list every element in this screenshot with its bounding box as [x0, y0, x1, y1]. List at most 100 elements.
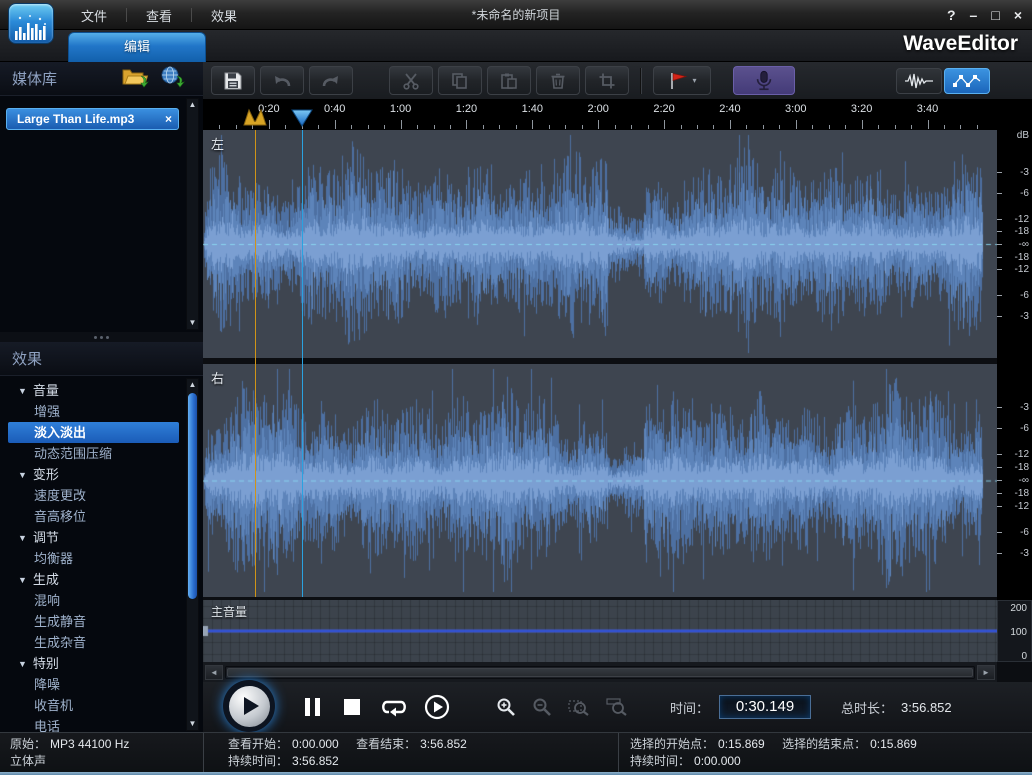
collapse-arrow-icon[interactable]: ▼	[18, 654, 27, 675]
paste-button[interactable]	[487, 66, 531, 95]
selection-marker[interactable]	[243, 108, 267, 128]
time-input[interactable]: 0:30.149	[719, 695, 811, 719]
effect-category-row[interactable]: ▼特别	[8, 653, 179, 674]
ruler-tick	[516, 125, 517, 129]
effect-item-row[interactable]: 收音机	[8, 695, 179, 716]
scroll-up-icon[interactable]: ▲	[187, 379, 198, 391]
pause-button[interactable]	[305, 698, 320, 716]
waveform-view-toggle[interactable]	[896, 68, 942, 94]
effect-item-row[interactable]: 淡入淡出	[8, 422, 179, 443]
effect-item-row[interactable]: 生成杂音	[8, 632, 179, 653]
media-library-header: 媒体库	[12, 68, 57, 89]
effect-item-row[interactable]: 动态范围压缩	[8, 443, 179, 464]
effect-item-row[interactable]: 均衡器	[8, 548, 179, 569]
scrollbar-track[interactable]	[225, 666, 975, 679]
undo-button[interactable]	[260, 66, 304, 95]
effect-category-row[interactable]: ▼变形	[8, 464, 179, 485]
waveform-left-channel[interactable]: 左	[203, 130, 997, 358]
db-tick-label: -6	[999, 290, 1029, 301]
import-url-icon[interactable]	[159, 65, 187, 93]
tab-bar: 编辑	[0, 30, 1032, 62]
media-list[interactable]: Large Than Life.mp3×	[0, 96, 203, 332]
effect-item-row[interactable]: 增强	[8, 401, 179, 422]
zoom-selection-button[interactable]	[568, 697, 590, 717]
timeline-ruler[interactable]: 0:200:401:001:201:402:002:202:403:003:20…	[203, 100, 1032, 130]
effects-tree[interactable]: ▼音量增强淡入淡出动态范围压缩▼变形速度更改音高移位▼调节均衡器▼生成混响生成静…	[0, 376, 203, 733]
menu-effects[interactable]: 效果	[192, 6, 256, 25]
save-button[interactable]	[211, 66, 255, 95]
scrollbar-thumb[interactable]	[188, 393, 197, 599]
effect-category-row[interactable]: ▼生成	[8, 569, 179, 590]
dropdown-arrow-icon[interactable]: ▾	[692, 76, 696, 85]
db-tick-label: -6	[999, 527, 1029, 538]
tab-edit[interactable]: 编辑	[68, 32, 206, 62]
db-tick-label: -3	[999, 167, 1029, 178]
effect-item-row[interactable]: 音高移位	[8, 506, 179, 527]
scroll-right-icon[interactable]: ►	[977, 665, 995, 680]
maximize-button[interactable]: □	[991, 0, 999, 30]
copy-button[interactable]	[438, 66, 482, 95]
scrollbar-thumb[interactable]	[227, 668, 973, 677]
scroll-down-icon[interactable]: ▼	[187, 718, 198, 730]
scroll-up-icon[interactable]: ▲	[187, 99, 198, 111]
stop-button[interactable]	[344, 699, 360, 715]
effect-item-row[interactable]: 速度更改	[8, 485, 179, 506]
ruler-tick	[417, 125, 418, 129]
master-volume-track[interactable]: 主音量	[203, 600, 997, 662]
effect-category-row[interactable]: ▼调节	[8, 527, 179, 548]
playhead-marker[interactable]	[291, 108, 313, 128]
play-selection-button[interactable]	[424, 694, 450, 720]
selection-start: 选择的开始点：0:15.869	[630, 737, 765, 751]
effect-item-row[interactable]: 混响	[8, 590, 179, 611]
ruler-time-label: 1:20	[456, 103, 477, 115]
wave-editor-window: 文件 查看 效果 *未命名的新项目 ? – □ × 编辑 Wa	[0, 0, 1032, 775]
zoom-fit-button[interactable]	[606, 697, 628, 717]
ruler-tick	[944, 125, 945, 129]
selection-duration: 持续时间：0:00.000	[630, 754, 741, 768]
waveform-right-channel[interactable]: 右	[203, 364, 997, 597]
redo-button[interactable]	[309, 66, 353, 95]
scroll-down-icon[interactable]: ▼	[187, 317, 198, 329]
collapse-arrow-icon[interactable]: ▼	[18, 570, 27, 591]
app-logo-icon	[8, 3, 54, 44]
titlebar: 文件 查看 效果 *未命名的新项目 ? – □ ×	[0, 0, 1032, 30]
zoom-in-button[interactable]	[496, 697, 516, 717]
cut-button[interactable]	[389, 66, 433, 95]
horizontal-scrollbar[interactable]: ◄ ►	[203, 662, 997, 682]
loop-button[interactable]	[380, 697, 408, 717]
ruler-tick	[269, 120, 270, 129]
collapse-arrow-icon[interactable]: ▼	[18, 465, 27, 486]
ruler-time-label: 2:00	[587, 103, 608, 115]
minimize-button[interactable]: –	[970, 0, 978, 30]
effect-category-row[interactable]: ▼音量	[8, 380, 179, 401]
sidebar-splitter[interactable]	[0, 332, 203, 342]
envelope-view-toggle[interactable]	[944, 68, 990, 94]
collapse-arrow-icon[interactable]: ▼	[18, 528, 27, 549]
collapse-arrow-icon[interactable]: ▼	[18, 381, 27, 402]
zoom-out-button[interactable]	[532, 697, 552, 717]
ruler-tick	[911, 125, 912, 129]
menu-file[interactable]: 文件	[62, 6, 126, 25]
play-button[interactable]	[223, 680, 275, 732]
main-toolbar: ▾	[203, 62, 1032, 100]
remove-media-icon[interactable]: ×	[165, 109, 172, 129]
effect-item-row[interactable]: 生成静音	[8, 611, 179, 632]
menubar: 文件 查看 效果	[62, 0, 256, 30]
record-button[interactable]	[733, 66, 795, 95]
menu-view[interactable]: 查看	[127, 6, 191, 25]
import-file-icon[interactable]	[121, 65, 151, 93]
trim-button[interactable]	[585, 66, 629, 95]
db-tick-label: dB	[999, 130, 1029, 141]
marker-flag-button[interactable]: ▾	[653, 66, 711, 95]
effects-header: 效果	[12, 348, 42, 369]
effect-item-row[interactable]: 降噪	[8, 674, 179, 695]
close-button[interactable]: ×	[1014, 0, 1022, 30]
media-item[interactable]: Large Than Life.mp3×	[6, 108, 179, 130]
help-button[interactable]: ?	[947, 0, 956, 30]
scroll-left-icon[interactable]: ◄	[205, 665, 223, 680]
delete-button[interactable]	[536, 66, 580, 95]
volume-tick-label: 0	[999, 651, 1027, 662]
db-tick-label: -3	[999, 311, 1029, 322]
media-list-scrollbar[interactable]: ▲ ▼	[186, 98, 199, 330]
effects-scrollbar[interactable]: ▲ ▼	[186, 378, 199, 731]
